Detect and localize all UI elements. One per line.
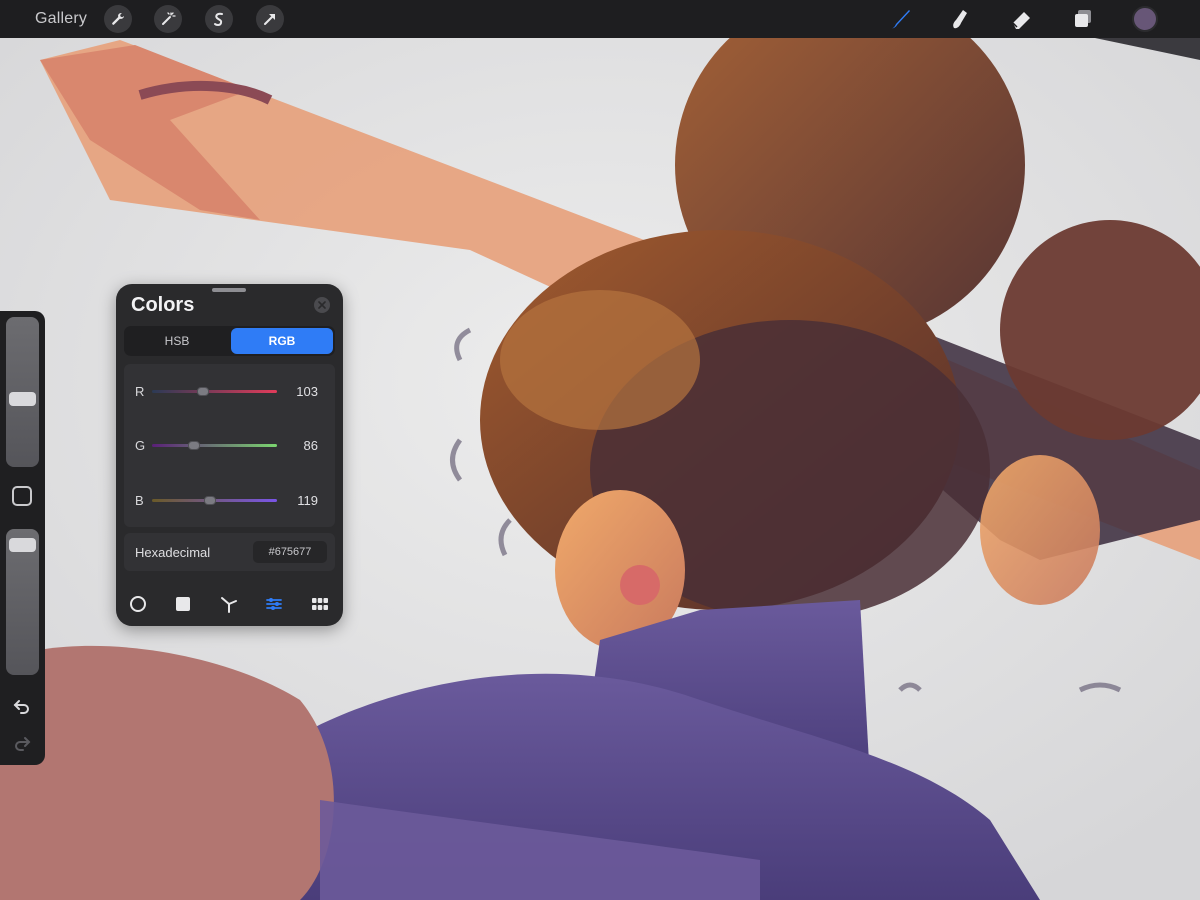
colors-panel: Colors HSB RGB R 103 G 86 B 119 Hexadeci… xyxy=(116,284,343,626)
transform-button[interactable] xyxy=(256,5,284,33)
value-sliders-icon xyxy=(266,598,282,610)
eraser-icon xyxy=(1012,12,1030,29)
blue-slider-thumb[interactable] xyxy=(204,496,217,505)
color-mode-tabs: HSB RGB xyxy=(124,326,335,356)
undo-icon xyxy=(13,700,29,714)
selection-button[interactable] xyxy=(205,5,233,33)
brush-icon xyxy=(891,10,910,29)
blue-slider[interactable] xyxy=(152,496,277,505)
tab-rgb[interactable]: RGB xyxy=(231,328,333,354)
red-slider[interactable] xyxy=(152,387,277,396)
brush-size-handle[interactable] xyxy=(9,391,36,406)
redo-icon xyxy=(15,737,31,751)
palettes-mode-button[interactable] xyxy=(309,593,331,615)
hair-highlight xyxy=(500,290,700,430)
blue-label: B xyxy=(135,493,144,508)
left-sidebar xyxy=(0,311,45,765)
modify-button[interactable] xyxy=(12,486,32,506)
actions-button[interactable] xyxy=(104,5,132,33)
smudge-icon xyxy=(953,10,967,29)
green-value[interactable]: 86 xyxy=(274,438,318,453)
undo-button[interactable] xyxy=(10,694,34,718)
disc-mode-button[interactable] xyxy=(127,593,149,615)
disc-icon xyxy=(130,596,146,612)
redo-button[interactable] xyxy=(10,731,34,755)
green-slider[interactable] xyxy=(152,441,277,450)
transform-arrow-icon xyxy=(264,14,275,25)
harmony-mode-button[interactable] xyxy=(218,593,240,615)
smudge-tool[interactable] xyxy=(946,6,974,32)
opacity-handle[interactable] xyxy=(9,538,36,553)
brush-tool[interactable] xyxy=(886,6,914,32)
layers-icon xyxy=(1075,10,1091,27)
current-color-swatch[interactable] xyxy=(1132,6,1158,32)
harmony-icon xyxy=(221,597,237,613)
close-button[interactable] xyxy=(314,297,330,313)
green-label: G xyxy=(135,438,146,453)
face-ear xyxy=(620,565,660,605)
layers-tool[interactable] xyxy=(1069,6,1097,32)
panel-grabber[interactable] xyxy=(212,288,246,292)
gallery-button[interactable]: Gallery xyxy=(35,10,87,28)
classic-mode-button[interactable] xyxy=(172,593,194,615)
selection-icon xyxy=(214,12,223,26)
red-label: R xyxy=(135,384,145,399)
classic-square-icon xyxy=(176,597,190,611)
hexadecimal-label: Hexadecimal xyxy=(135,545,211,560)
wrench-icon xyxy=(112,12,124,25)
rgb-sliders: R 103 G 86 B 119 xyxy=(124,364,335,527)
opacity-slider[interactable] xyxy=(6,529,39,675)
red-value[interactable]: 103 xyxy=(274,384,318,399)
top-toolbar: Gallery xyxy=(0,0,1200,38)
value-mode-button[interactable] xyxy=(263,593,285,615)
brush-size-slider[interactable] xyxy=(6,317,39,467)
palettes-icon xyxy=(312,598,328,610)
shoulder-right xyxy=(980,455,1100,605)
blue-value[interactable]: 119 xyxy=(274,493,318,508)
red-slider-thumb[interactable] xyxy=(196,387,209,396)
close-icon xyxy=(318,301,326,309)
green-slider-thumb[interactable] xyxy=(188,441,201,450)
hexadecimal-field[interactable]: #675677 xyxy=(253,541,327,563)
tab-hsb[interactable]: HSB xyxy=(126,328,228,354)
hexadecimal-row: Hexadecimal #675677 xyxy=(124,533,335,571)
magic-wand-icon xyxy=(162,12,176,25)
panel-title: Colors xyxy=(131,294,195,316)
eraser-tool[interactable] xyxy=(1008,6,1036,32)
adjustments-button[interactable] xyxy=(154,5,182,33)
